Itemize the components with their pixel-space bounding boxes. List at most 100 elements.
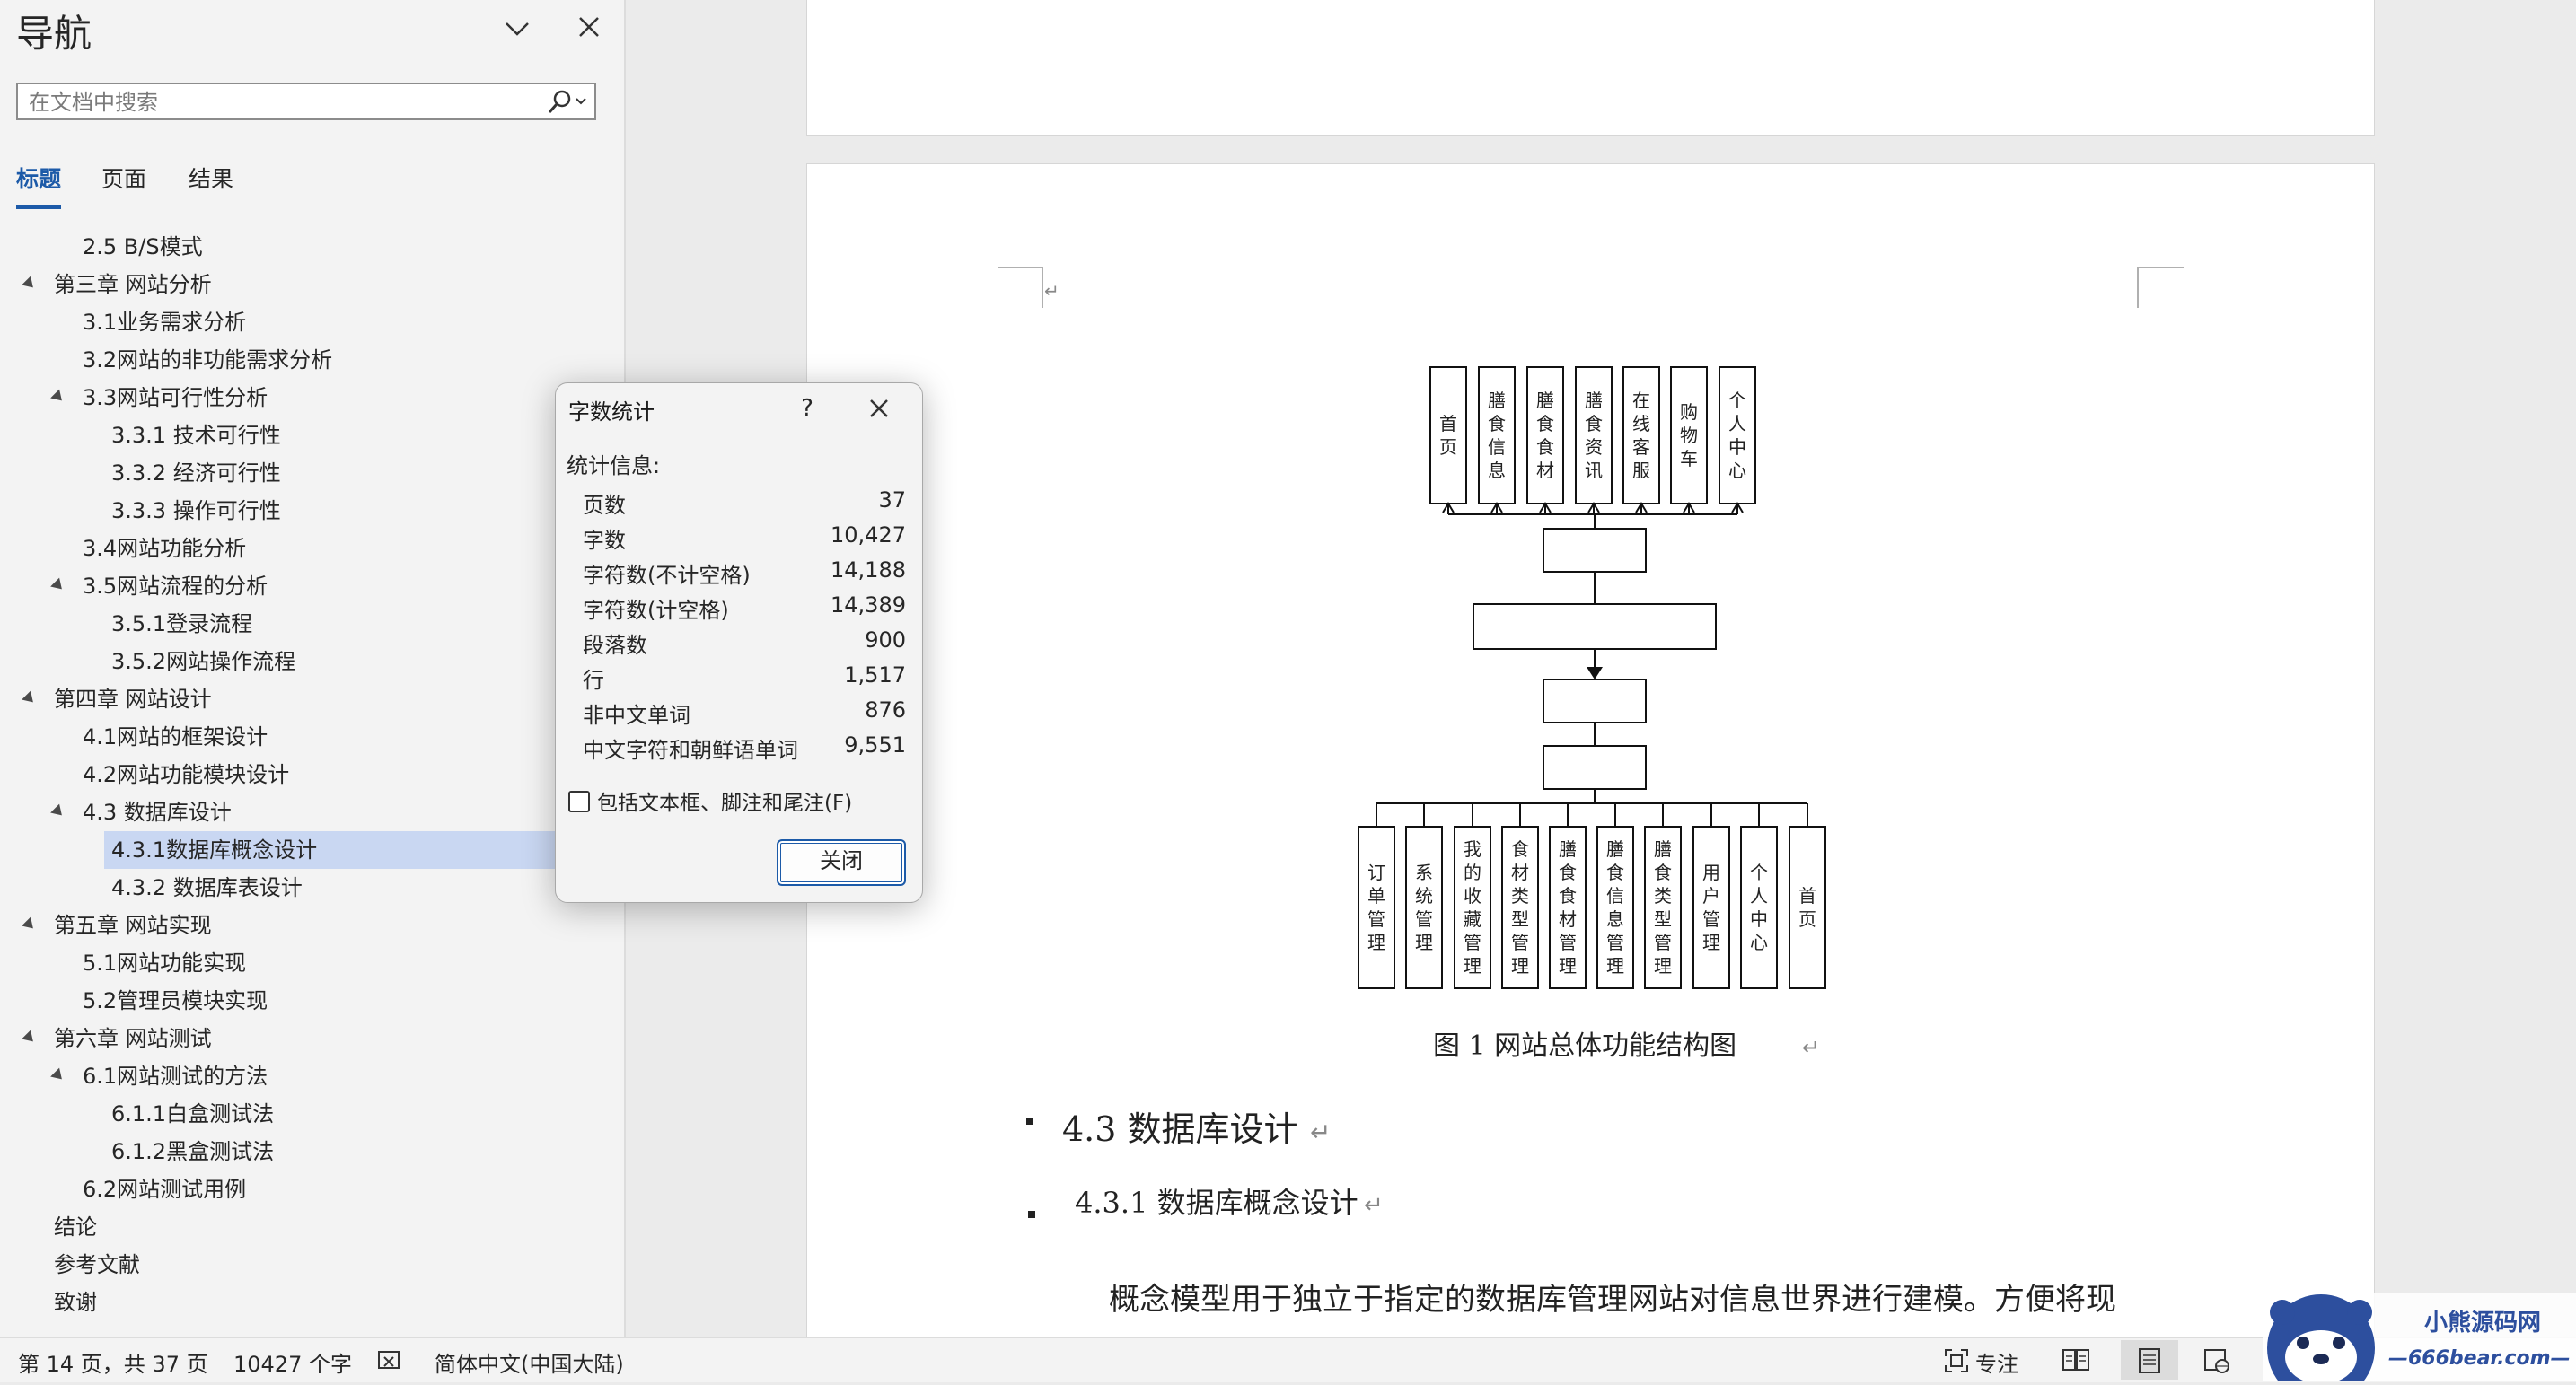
stat-row: 字符数(不计空格) 14,188 (583, 557, 906, 592)
outline-item[interactable]: 第五章 网站实现 (54, 907, 212, 944)
heading-bullet (1028, 1211, 1035, 1218)
expand-collapse-icon[interactable] (22, 916, 38, 934)
outline-item[interactable]: 3.5.1登录流程 (111, 605, 252, 643)
module-box (1358, 826, 1395, 989)
nav-title: 导航 (16, 12, 92, 56)
page-content: ↵ 首页膳食信息膳食食材膳食资讯在线客服购物车个人中心订单管理系统管理我的收藏管… (998, 267, 2184, 1318)
stat-label: 行 (583, 668, 604, 693)
outline-item[interactable]: 4.2网站功能模块设计 (83, 756, 289, 793)
outline-item[interactable]: 2.5 B/S模式 (83, 228, 203, 266)
bear-logo-icon: 小熊源码网 —666bear.com— (2263, 1293, 2576, 1385)
outline-item[interactable]: 4.3.2 数据库表设计 (111, 869, 303, 907)
print-layout-icon[interactable] (2137, 1347, 2162, 1374)
stat-row: 行 1,517 (583, 662, 906, 697)
outline-item[interactable]: 第四章 网站设计 (54, 680, 212, 718)
document-page[interactable]: ↵ 首页 膳食信息 膳食食材 膳食资讯 在线客服 购物车 个人中心 订单管理 系统管理 我的收藏管… (806, 163, 2375, 1339)
outline-item[interactable]: 参考文献 (54, 1246, 140, 1284)
web-layout-icon[interactable] (2203, 1347, 2230, 1374)
read-mode-icon[interactable] (2062, 1347, 2090, 1372)
return-mark: ↵ (1802, 1035, 1820, 1060)
close-button[interactable]: 关闭 (777, 839, 906, 886)
include-textboxes-checkbox[interactable]: 包括文本框、脚注和尾注(F) (568, 785, 852, 816)
stat-row: 中文字符和朝鲜语单词 9,551 (583, 732, 906, 767)
expand-collapse-icon[interactable] (50, 1067, 66, 1084)
chevron-down-icon[interactable] (501, 13, 533, 45)
close-icon[interactable] (573, 11, 605, 43)
tab-pages[interactable]: 页面 (101, 162, 146, 194)
outline-item[interactable]: 5.1网站功能实现 (83, 944, 246, 982)
tab-headings[interactable]: 标题 (16, 162, 61, 194)
stat-row: 段落数 900 (583, 627, 906, 662)
function-structure-diagram: 首页膳食信息膳食食材膳食资讯在线客服购物车个人中心订单管理系统管理我的收藏管理食… (1358, 366, 1826, 989)
outline-item[interactable]: 3.3.3 操作可行性 (111, 492, 281, 530)
stat-value: 10,427 (831, 522, 906, 548)
page-count[interactable]: 第 14 页，共 37 页 (18, 1346, 208, 1378)
figure-caption: 图 1 网站总体功能结构图 (1433, 1030, 1736, 1062)
stat-value: 14,389 (831, 592, 906, 618)
outline-item[interactable]: 3.4网站功能分析 (83, 530, 246, 567)
heading-bullet (1026, 1118, 1033, 1125)
expand-collapse-icon[interactable] (50, 577, 66, 594)
module-box (1478, 366, 1516, 504)
checkbox-box[interactable] (568, 791, 590, 812)
module-box (1719, 366, 1756, 504)
outline-item[interactable]: 第三章 网站分析 (54, 266, 212, 303)
stat-row: 非中文单词 876 (583, 697, 906, 732)
stat-label: 中文字符和朝鲜语单词 (583, 738, 798, 763)
search-icon[interactable] (542, 88, 591, 115)
expand-collapse-icon[interactable] (22, 690, 38, 707)
body-paragraph: 概念模型用于独立于指定的数据库管理网站对信息世界进行建模。方便将现 (1109, 1282, 2116, 1318)
stat-value: 876 (865, 697, 906, 723)
outline-item[interactable]: 结论 (54, 1208, 97, 1246)
proofing-icon[interactable] (377, 1349, 404, 1372)
outline-item[interactable]: 致谢 (54, 1284, 97, 1321)
tab-active-indicator (16, 205, 61, 209)
heading-4-3-1: 4.3.1 数据库概念设计 (1075, 1186, 1358, 1220)
outline-item[interactable]: 3.5.2网站操作流程 (111, 643, 295, 680)
stat-label: 字数 (583, 528, 626, 553)
previous-page (806, 0, 2375, 136)
search-input[interactable] (27, 88, 533, 117)
outline-item[interactable]: 6.1网站测试的方法 (83, 1057, 268, 1095)
outline-item[interactable]: 6.1.2黑盒测试法 (111, 1133, 274, 1170)
word-count[interactable]: 10427 个字 (233, 1346, 352, 1378)
module-box (1575, 366, 1613, 504)
focus-mode[interactable]: 专注 (1975, 1346, 2018, 1378)
watermark-logo: 小熊源码网 —666bear.com— (2263, 1293, 2576, 1385)
expand-collapse-icon[interactable] (50, 803, 66, 820)
outline-item[interactable]: 5.2管理员模块实现 (83, 982, 268, 1020)
statistics-label: 统计信息: (567, 453, 661, 478)
focus-icon[interactable] (1943, 1347, 1970, 1374)
outline-item[interactable]: 6.2网站测试用例 (83, 1170, 246, 1208)
stat-value: 1,517 (844, 662, 906, 688)
status-bar: 第 14 页，共 37 页 10427 个字 简体中文(中国大陆) 专注 (0, 1337, 2576, 1382)
outline-item[interactable]: 3.3.2 经济可行性 (111, 454, 281, 492)
outline-item[interactable]: 4.1网站的框架设计 (83, 718, 268, 756)
heading-4-3: 4.3 数据库设计 (1062, 1109, 1298, 1149)
checkbox-label: 包括文本框、脚注和尾注(F) (597, 792, 853, 815)
dialog-title: 字数统计 (568, 399, 655, 425)
outline-item[interactable]: 6.1.1白盒测试法 (111, 1095, 274, 1133)
outline-item[interactable]: 3.5网站流程的分析 (83, 567, 268, 605)
expand-collapse-icon[interactable] (22, 1030, 38, 1047)
stat-label: 段落数 (583, 633, 647, 658)
outline-item[interactable]: 3.1业务需求分析 (83, 303, 246, 341)
close-icon[interactable] (861, 390, 897, 426)
module-box (1789, 826, 1826, 989)
language[interactable]: 简体中文(中国大陆) (435, 1346, 624, 1378)
arrowhead (1587, 667, 1603, 679)
help-button[interactable]: ? (789, 390, 825, 426)
expand-collapse-icon[interactable] (50, 389, 66, 406)
outline-item[interactable]: 3.3网站可行性分析 (83, 379, 268, 416)
outline-item[interactable]: 3.2网站的非功能需求分析 (83, 341, 332, 379)
module-box (1429, 366, 1467, 504)
outline-item[interactable]: 4.3.1数据库概念设计 (104, 831, 557, 869)
expand-collapse-icon[interactable] (22, 276, 38, 293)
watermark-text: 小熊源码网 (2424, 1309, 2541, 1337)
tab-results[interactable]: 结果 (189, 162, 233, 194)
return-mark: ↵ (1364, 1192, 1384, 1219)
outline-item[interactable]: 第六章 网站测试 (54, 1020, 212, 1057)
outline-item[interactable]: 3.3.1 技术可行性 (111, 416, 281, 454)
module-box (1622, 366, 1660, 504)
outline-item[interactable]: 4.3 数据库设计 (83, 793, 232, 831)
